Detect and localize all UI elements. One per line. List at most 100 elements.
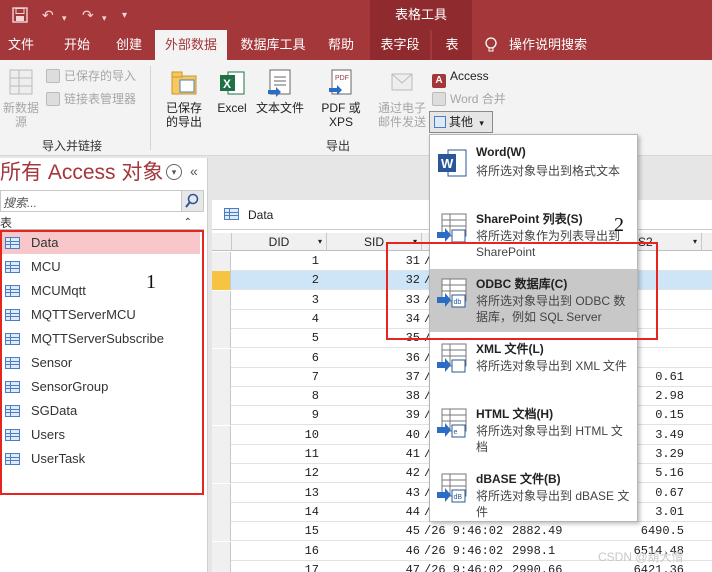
tab-table[interactable]: 表 [432,30,472,60]
table-cell[interactable]: 43 [327,484,422,503]
tables-section-header[interactable]: 表 ⌃ [0,216,204,230]
table-cell[interactable]: 2 [232,271,327,290]
redo-dropdown-icon[interactable]: ▾ [102,10,107,26]
pdf-xps-export-button[interactable]: PDF PDF 或 XPS [308,68,374,129]
table-cell[interactable]: 40 [327,426,422,445]
record-selector[interactable] [212,464,231,484]
table-cell[interactable]: 46 [327,542,422,561]
record-selector[interactable] [212,502,231,522]
nav-search-input[interactable]: 搜索... [0,190,204,212]
table-cell[interactable]: 45 [327,522,422,541]
text-file-export-button[interactable]: 文本文件 [254,68,306,115]
record-selector[interactable] [212,425,231,445]
svg-text:X: X [223,77,231,91]
save-icon[interactable] [12,7,28,26]
undo-icon[interactable]: ↶ [42,7,54,23]
table-cell[interactable]: 5 [232,329,327,348]
excel-export-button[interactable]: X Excel [214,68,250,115]
other-export-icon [434,116,446,128]
table-cell[interactable]: 6 [232,349,327,368]
record-selector[interactable] [212,252,231,271]
tell-me-search[interactable]: 操作说明搜索 [506,30,590,60]
watermark: CSDN @葫大憎 [598,550,684,564]
record-selector[interactable] [212,309,231,329]
table-cell[interactable]: 3 [232,291,327,310]
record-selector[interactable] [212,348,231,368]
annotation-box-1 [0,230,204,495]
record-selector[interactable] [212,445,231,464]
table-cell[interactable]: 9 [232,406,327,425]
table-cell[interactable]: 1 [232,252,327,271]
table-cell[interactable]: 8 [232,387,327,406]
record-selector[interactable] [212,329,231,349]
tab-help[interactable]: 帮助 [318,30,364,60]
table-cell[interactable]: 41 [327,445,422,464]
tab-file[interactable]: 文件 [0,30,42,60]
table-cell[interactable]: 39 [327,406,422,425]
table-cell[interactable]: 2990.66 [512,561,598,572]
table-cell[interactable]: /26 9:46:02 [424,561,510,572]
table-cell[interactable]: 4 [232,310,327,329]
tab-fields[interactable]: 表字段 [370,30,430,60]
shutter-bar-close-icon[interactable]: « [190,163,198,179]
saved-imports-button[interactable]: 已保存的导入 [46,66,136,86]
search-icon[interactable] [181,191,203,211]
table-cell[interactable]: 37 [327,368,422,387]
tab-home[interactable]: 开始 [52,30,102,60]
customize-qat-icon[interactable]: ▾ [122,8,127,24]
export-menu-item-title: HTML 文档(H) [476,407,554,421]
record-selector[interactable] [212,560,231,572]
saved-exports-button[interactable]: 已保存的导出 [158,68,210,129]
table-cell[interactable]: 38 [327,387,422,406]
table-cell[interactable]: 36 [327,349,422,368]
column-header-did-label: DID [268,235,290,249]
undo-dropdown-icon[interactable]: ▾ [62,10,67,26]
other-export-button[interactable]: 其他 ▾ [429,111,493,133]
table-cell[interactable]: 42 [327,464,422,483]
record-selector[interactable] [212,387,231,407]
tab-database-tools[interactable]: 数据库工具 [234,30,312,60]
new-data-source-button[interactable]: 新数据源 [2,68,40,129]
record-selector[interactable] [212,271,231,291]
saved-imports-icon [46,69,60,83]
table-cell[interactable]: 16 [232,542,327,561]
linked-table-manager-button[interactable]: 链接表管理器 [46,89,136,109]
table-icon [224,208,239,220]
column-header-did[interactable]: DID ▾ [232,233,327,251]
record-selector[interactable] [212,406,231,426]
tab-create[interactable]: 创建 [106,30,152,60]
text-file-icon [266,68,294,98]
word-merge-button[interactable]: Word 合并 [432,89,506,109]
table-cell[interactable]: 7 [232,368,327,387]
record-selector[interactable] [212,367,231,387]
export-menu-item[interactable]: dB dBASE 文件(B) 将所选对象导出到 dBASE 文件 [430,464,637,527]
table-cell[interactable]: 44 [327,503,422,522]
table-cell[interactable]: 47 [327,561,422,572]
record-selector[interactable] [212,541,231,561]
xml-file-icon [436,342,468,374]
record-selector[interactable] [212,290,231,310]
export-menu-item[interactable]: e HTML 文档(H) 将所选对象导出到 HTML 文档 [430,399,637,462]
table-cell[interactable]: 14 [232,503,327,522]
email-export-button[interactable]: 通过电子邮件发送 [376,68,428,129]
table-cell[interactable]: 12 [232,464,327,483]
table-cell[interactable]: 2998.1 [512,542,598,561]
record-selector[interactable] [212,522,231,542]
excel-label: Excel [217,101,247,115]
select-all-corner[interactable] [212,233,232,251]
table-cell[interactable]: 17 [232,561,327,572]
record-selector[interactable] [212,483,231,503]
table-cell[interactable]: 15 [232,522,327,541]
access-export-button[interactable]: A Access [432,66,489,88]
table-cell[interactable]: /26 9:46:02 [424,542,510,561]
table-cell[interactable]: 11 [232,445,327,464]
export-menu-item[interactable]: W Word(W) 将所选对象导出到格式文本 [430,139,637,202]
table-cell[interactable]: 10 [232,426,327,445]
redo-icon[interactable]: ↷ [82,7,94,23]
svg-text:PDF: PDF [335,75,349,82]
tab-external-data[interactable]: 外部数据 [155,30,227,60]
export-menu-item[interactable]: XML 文件(L) 将所选对象导出到 XML 文件 [430,334,637,397]
table-cell[interactable]: 13 [232,484,327,503]
ribbon-tabs: 文件 开始 创建 外部数据 数据库工具 帮助 表字段 表 操作说明搜索 [0,30,712,60]
nav-pane-menu-icon[interactable]: ▾ [166,164,182,180]
